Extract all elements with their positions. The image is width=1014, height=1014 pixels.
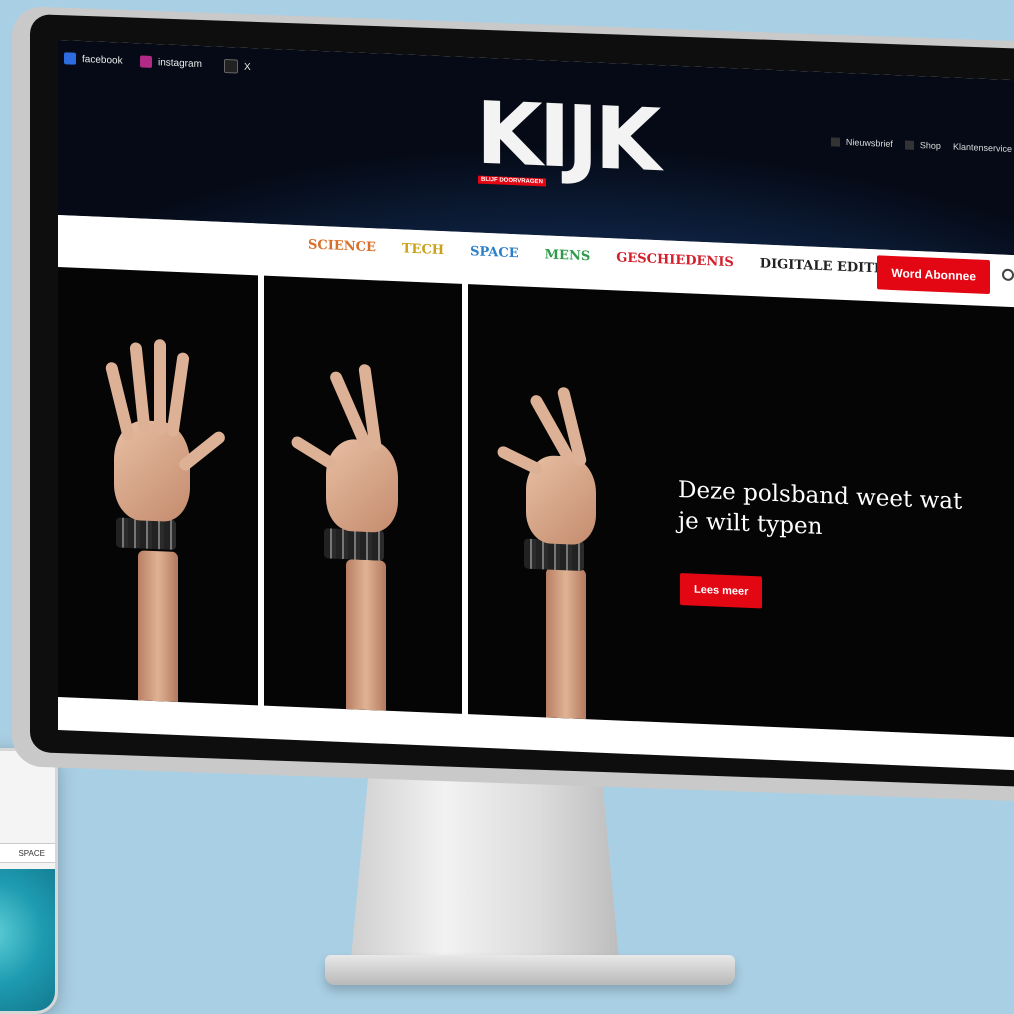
hero-headline[interactable]: Deze polsband weet wat je wilt typen — [678, 475, 978, 550]
x-icon — [224, 58, 238, 74]
phone-nav-label: SPACE — [0, 843, 55, 863]
nav-item-geschiedenis[interactable]: GESCHIEDENIS — [616, 250, 734, 270]
phone-hero-image — [0, 869, 55, 1011]
wristband — [324, 528, 384, 561]
finger — [154, 339, 166, 435]
website-screen: facebook instagram X KIJK BLIJF DOORVRAG… — [58, 40, 1014, 771]
nav-item-tech[interactable]: TECH — [402, 241, 444, 258]
top-links: Nieuwsbrief Shop Klantenservice — [830, 136, 1012, 155]
top-link-newsletter[interactable]: Nieuwsbrief — [830, 136, 893, 149]
wristband — [116, 517, 176, 550]
read-more-button[interactable]: Lees meer — [680, 573, 763, 609]
finger — [166, 351, 190, 438]
facebook-label: facebook — [82, 53, 123, 67]
hero-image-panel-2 — [264, 275, 462, 714]
social-facebook[interactable]: facebook — [64, 52, 123, 66]
phone-mockup: SPACE — [0, 748, 58, 1014]
top-link-label: Shop — [919, 140, 941, 152]
social-x[interactable]: X — [224, 58, 251, 74]
hero-article: Deze polsband weet wat je wilt typen Lee… — [58, 267, 1014, 738]
search-icon[interactable] — [1002, 268, 1014, 282]
forearm — [546, 567, 586, 720]
social-instagram[interactable]: instagram — [140, 55, 202, 70]
instagram-icon — [140, 55, 152, 68]
instagram-label: instagram — [158, 56, 202, 70]
x-label: X — [244, 61, 251, 73]
forearm — [346, 559, 386, 711]
monitor-base — [325, 955, 735, 985]
nav-item-science[interactable]: SCIENCE — [308, 237, 376, 255]
forearm — [138, 550, 178, 703]
top-link-customer-service[interactable]: Klantenservice — [953, 142, 1012, 155]
finger — [104, 361, 136, 443]
hero-image-panel-1 — [58, 267, 258, 706]
top-link-label: Klantenservice — [952, 141, 1012, 154]
hand — [326, 438, 398, 534]
nav-item-space[interactable]: SPACE — [470, 244, 519, 261]
top-link-shop[interactable]: Shop — [904, 139, 941, 152]
facebook-icon — [64, 52, 76, 65]
nav-item-mens[interactable]: MENS — [545, 247, 591, 264]
subscribe-button[interactable]: Word Abonnee — [877, 255, 990, 295]
shop-icon — [904, 140, 914, 150]
finger — [129, 342, 151, 433]
top-link-label: Nieuwsbrief — [845, 137, 893, 149]
newsletter-icon — [830, 137, 840, 147]
logo-tagline: BLIJF DOORVRAGEN — [478, 175, 546, 187]
site-logo[interactable]: KIJK — [476, 84, 657, 192]
